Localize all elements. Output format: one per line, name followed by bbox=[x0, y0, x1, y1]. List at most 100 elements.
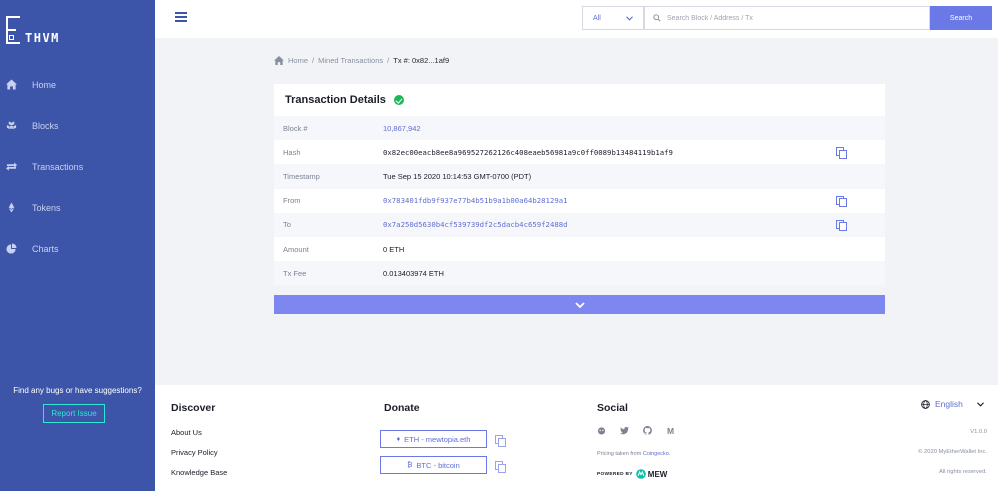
card-header: Transaction Details bbox=[274, 84, 885, 116]
detail-key: To bbox=[283, 220, 291, 230]
breadcrumb-mined-transactions[interactable]: Mined Transactions bbox=[318, 56, 383, 65]
powered-by-text: POWERED BY bbox=[597, 471, 633, 477]
sidebar-item-label: Home bbox=[32, 79, 57, 90]
donate-eth-label: ETH - mewtopia.eth bbox=[404, 434, 471, 444]
expand-details-button[interactable] bbox=[274, 295, 885, 314]
blocks-icon bbox=[6, 121, 17, 130]
sidebar-nav: Home Blocks Transactions Tokens Charts bbox=[0, 64, 155, 269]
discover-title: Discover bbox=[171, 402, 216, 414]
block-number-link[interactable]: 10,867,942 bbox=[383, 124, 421, 133]
sidebar-item-label: Transactions bbox=[32, 161, 84, 172]
sidebar-item-tokens[interactable]: Tokens bbox=[0, 187, 155, 228]
detail-row-to: To 0x7a250d5630b4cf539739df2c5dacb4c659f… bbox=[274, 212, 885, 237]
copy-icon[interactable] bbox=[495, 435, 506, 447]
donate-btc-label: BTC - bitcoin bbox=[416, 460, 460, 470]
sidebar-item-home[interactable]: Home bbox=[0, 64, 155, 105]
search-filter-select[interactable]: All bbox=[582, 6, 644, 30]
chevron-down-icon bbox=[626, 15, 633, 21]
sidebar-item-label: Tokens bbox=[32, 202, 61, 213]
menu-toggle-icon[interactable] bbox=[175, 12, 187, 22]
amount-value: 0 ETH bbox=[383, 244, 405, 254]
detail-key: Hash bbox=[283, 147, 301, 157]
copy-icon[interactable] bbox=[495, 461, 506, 473]
coingecko-link[interactable]: Coingecko. bbox=[643, 451, 671, 457]
ethereum-icon: ♦ bbox=[396, 435, 401, 443]
copyright-text: © 2020 MyEtherWallet Inc. bbox=[918, 449, 987, 455]
medium-icon[interactable]: M bbox=[666, 426, 675, 436]
language-selector[interactable]: English bbox=[921, 399, 984, 409]
breadcrumb: Home / Mined Transactions / Tx #: 0x82..… bbox=[274, 56, 449, 65]
home-icon bbox=[274, 56, 284, 65]
hash-value: 0x82ec00eacb8ee8a969527262126c408eaeb569… bbox=[383, 147, 673, 157]
details-table: Block # 10,867,942 Hash 0x82ec00eacb8ee8… bbox=[274, 116, 885, 286]
detail-row-from: From 0x783401fdb9f937e77b4b51b9a1b00a64b… bbox=[274, 189, 885, 213]
breadcrumb-separator: / bbox=[387, 56, 390, 65]
search-filter-value: All bbox=[593, 14, 601, 22]
powered-by-mew[interactable]: POWERED BY MEW bbox=[597, 469, 667, 479]
tx-fee-value: 0.013403974 ETH bbox=[383, 268, 444, 278]
social-title: Social bbox=[597, 402, 628, 414]
page-title: Transaction Details bbox=[285, 94, 386, 106]
from-address-link[interactable]: 0x783401fdb9f937e77b4b51b9a1b00a64b28129… bbox=[383, 196, 568, 205]
breadcrumb-home[interactable]: Home bbox=[288, 56, 308, 65]
transaction-details-card: Transaction Details Block # 10,867,942 H… bbox=[274, 84, 885, 286]
breadcrumb-separator: / bbox=[312, 56, 315, 65]
sidebar-item-label: Charts bbox=[32, 243, 59, 254]
language-value: English bbox=[935, 399, 963, 409]
detail-key: Timestamp bbox=[283, 171, 320, 181]
transfer-icon bbox=[6, 162, 17, 171]
detail-key: Amount bbox=[283, 244, 309, 254]
pie-chart-icon bbox=[6, 243, 17, 254]
about-us-link[interactable]: About Us bbox=[171, 428, 202, 437]
search-box bbox=[644, 6, 930, 30]
bitcoin-icon: ₿ bbox=[407, 461, 413, 469]
reddit-icon[interactable] bbox=[597, 426, 606, 435]
donate-title: Donate bbox=[384, 402, 420, 414]
github-icon[interactable] bbox=[643, 426, 652, 435]
success-check-icon bbox=[393, 95, 404, 105]
mew-label: MEW bbox=[647, 469, 668, 479]
knowledge-base-link[interactable]: Knowledge Base bbox=[171, 468, 227, 477]
to-address-link[interactable]: 0x7a250d5630b4cf539739df2c5dacb4c659f248… bbox=[383, 220, 568, 229]
version-text: V1.0.0 bbox=[970, 429, 987, 435]
search-input[interactable] bbox=[667, 14, 917, 22]
home-icon bbox=[6, 79, 17, 90]
mew-logo-icon bbox=[635, 469, 646, 479]
search-button[interactable]: Search bbox=[930, 6, 992, 30]
privacy-policy-link[interactable]: Privacy Policy bbox=[171, 448, 218, 457]
copy-icon[interactable] bbox=[836, 219, 847, 232]
pricing-text: Pricing taken from bbox=[597, 451, 643, 457]
donate-eth-button[interactable]: ♦ ETH - mewtopia.eth bbox=[380, 430, 487, 448]
chevron-down-icon bbox=[976, 401, 984, 407]
logo[interactable]: THVM bbox=[6, 16, 60, 44]
ethereum-icon bbox=[8, 202, 15, 213]
sidebar-item-transactions[interactable]: Transactions bbox=[0, 146, 155, 187]
logo-mark-icon bbox=[6, 16, 24, 44]
globe-icon bbox=[921, 399, 930, 409]
logo-text: THVM bbox=[25, 31, 60, 45]
chevron-down-icon bbox=[574, 301, 585, 308]
detail-key: From bbox=[283, 196, 301, 206]
copy-icon[interactable] bbox=[836, 147, 847, 159]
detail-row-hash: Hash 0x82ec00eacb8ee8a969527262126c408ea… bbox=[274, 140, 885, 164]
social-links: M bbox=[597, 426, 689, 436]
pricing-note: Pricing taken from Coingecko. bbox=[597, 451, 670, 457]
timestamp-value: Tue Sep 15 2020 10:14:53 GMT-0700 (PDT) bbox=[383, 171, 532, 181]
top-header: All Search bbox=[155, 0, 998, 38]
detail-row-timestamp: Timestamp Tue Sep 15 2020 10:14:53 GMT-0… bbox=[274, 164, 885, 189]
detail-row-amount: Amount 0 ETH bbox=[274, 237, 885, 261]
sidebar-item-blocks[interactable]: Blocks bbox=[0, 105, 155, 146]
bug-prompt-text: Find any bugs or have suggestions? bbox=[13, 386, 142, 395]
report-issue-button[interactable]: Report Issue bbox=[43, 404, 105, 423]
detail-key: Block # bbox=[283, 123, 308, 133]
twitter-icon[interactable] bbox=[620, 426, 629, 435]
breadcrumb-current: Tx #: 0x82...1af9 bbox=[393, 56, 450, 65]
sidebar-item-label: Blocks bbox=[32, 120, 59, 131]
detail-row-fee: Tx Fee 0.013403974 ETH bbox=[274, 261, 885, 286]
copy-icon[interactable] bbox=[836, 195, 847, 208]
rights-text: All rights reserved. bbox=[938, 469, 987, 475]
detail-row-block: Block # 10,867,942 bbox=[274, 116, 885, 141]
sidebar-item-charts[interactable]: Charts bbox=[0, 228, 155, 269]
search-icon bbox=[653, 14, 661, 22]
donate-btc-button[interactable]: ₿ BTC - bitcoin bbox=[380, 456, 487, 474]
